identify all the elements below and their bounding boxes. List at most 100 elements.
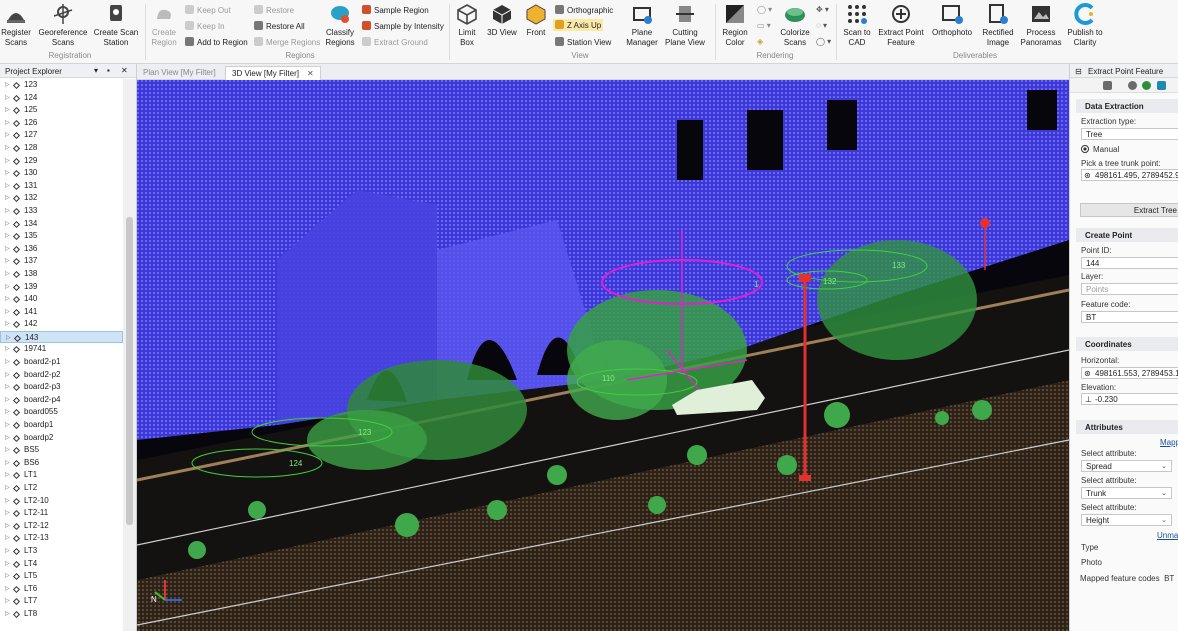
colorize-scans-button[interactable]: Colorize Scans	[778, 2, 812, 48]
expand-arrow-icon[interactable]: ▷	[5, 318, 10, 331]
render-option-6[interactable]: ◯ ▾	[816, 37, 831, 46]
layers-icon[interactable]	[1142, 81, 1151, 90]
expand-arrow-icon[interactable]: ▷	[5, 520, 10, 533]
georeference-scans-button[interactable]: Georeference Scans	[38, 2, 88, 48]
expand-arrow-icon[interactable]: ▷	[5, 432, 10, 445]
render-option-5[interactable]: ◌ ▾	[816, 21, 827, 30]
tree-item[interactable]: ▷ 132	[0, 192, 123, 205]
extraction-type-select[interactable]: Tree	[1081, 128, 1178, 140]
expand-arrow-icon[interactable]: ▷	[5, 532, 10, 545]
3d-viewport[interactable]: 133 132 1 110 123 124 N	[137, 80, 1069, 631]
tree-item[interactable]: ▷ LT5	[0, 570, 123, 583]
pick-point-icon[interactable]: ⊛	[1084, 369, 1091, 378]
tree-item[interactable]: ▷ 141	[0, 306, 123, 319]
expand-arrow-icon[interactable]: ▷	[5, 558, 10, 571]
tree-item[interactable]: ▷ board2-p2	[0, 369, 123, 382]
expand-arrow-icon[interactable]: ▷	[5, 92, 10, 105]
expand-arrow-icon[interactable]: ▷	[5, 155, 10, 168]
horizontal-field[interactable]: ⊛ 498161.553, 2789453.107	[1081, 367, 1178, 379]
expand-arrow-icon[interactable]: ▷	[5, 129, 10, 142]
3d-view-button[interactable]: 3D View	[487, 2, 517, 38]
render-option-3[interactable]: ◈	[757, 37, 763, 46]
dropdown-arrow-icon[interactable]: ▾	[94, 66, 98, 75]
tree-item[interactable]: ▷ board2-p4	[0, 394, 123, 407]
tree-item[interactable]: ▷ 134	[0, 218, 123, 231]
manual-radio[interactable]: Manual	[1081, 145, 1119, 154]
extract-tree-button[interactable]: Extract Tree	[1080, 203, 1178, 217]
station-view-button[interactable]: Station View	[555, 37, 611, 47]
mapped-link[interactable]: Mapp	[1160, 438, 1178, 447]
sample-by-intensity-button[interactable]: Sample by Intensity	[362, 21, 444, 31]
extract-ground-button[interactable]: Extract Ground	[362, 37, 428, 47]
expand-arrow-icon[interactable]: ▷	[5, 369, 10, 382]
tree-item[interactable]: ▷ LT6	[0, 583, 123, 596]
attributes-section[interactable]: Attributes	[1076, 420, 1178, 434]
tree-item[interactable]: ▷ BS5	[0, 444, 123, 457]
explorer-scrollbar[interactable]	[123, 79, 136, 631]
tree-item[interactable]: ▷ LT1	[0, 469, 123, 482]
merge-regions-button[interactable]: Merge Regions	[254, 37, 320, 47]
unmapped-link[interactable]: Unmap	[1157, 531, 1178, 540]
pick-point-icon[interactable]: ⊛	[1084, 171, 1091, 180]
attribute-select-3[interactable]: Height ⌄	[1081, 514, 1172, 526]
sample-region-button[interactable]: Sample Region	[362, 5, 429, 15]
orthophoto-button[interactable]: Orthophoto	[929, 2, 975, 38]
feature-code-field[interactable]: BT	[1081, 311, 1178, 323]
tree-item[interactable]: ▷ 131	[0, 180, 123, 193]
tree-item[interactable]: ▷ BS6	[0, 457, 123, 470]
expand-arrow-icon[interactable]: ▷	[5, 394, 10, 407]
expand-arrow-icon[interactable]: ▷	[5, 230, 10, 243]
keep-out-button[interactable]: Keep Out	[185, 5, 231, 15]
expand-arrow-icon[interactable]: ▷	[5, 117, 10, 130]
tree-item[interactable]: ▷ 137	[0, 255, 123, 268]
tree-item[interactable]: ▷ LT3	[0, 545, 123, 558]
point-label-1[interactable]: 1	[754, 280, 758, 289]
create-scan-station-button[interactable]: Create Scan Station	[93, 2, 139, 48]
save-icon[interactable]	[1103, 81, 1112, 90]
expand-arrow-icon[interactable]: ▷	[5, 192, 10, 205]
create-point-section[interactable]: Create Point	[1076, 228, 1178, 242]
tree-item[interactable]: ▷ 140	[0, 293, 123, 306]
tree-item[interactable]: ▷ LT2-12	[0, 520, 123, 533]
expand-arrow-icon[interactable]: ▷	[5, 293, 10, 306]
elevation-field[interactable]: ⊥ -0.230	[1081, 393, 1178, 405]
tree-item[interactable]: ▷ 123	[0, 79, 123, 92]
tree-item[interactable]: ▷ board2-p1	[0, 356, 123, 369]
expand-arrow-icon[interactable]: ▷	[5, 595, 10, 608]
expand-arrow-icon[interactable]: ▷	[5, 218, 10, 231]
panel-menu-icon[interactable]: ⊟	[1075, 67, 1082, 76]
render-option-2[interactable]: ▭ ▾	[757, 21, 771, 30]
process-panoramas-button[interactable]: Process Panoramas	[1020, 2, 1062, 48]
tree-item[interactable]: ▷ 128	[0, 142, 123, 155]
tab-plan-view[interactable]: Plan View [My Filter]✕	[137, 66, 236, 80]
point-label-124[interactable]: 124	[289, 459, 302, 468]
orthographic-button[interactable]: Orthographic	[555, 5, 613, 15]
tree-item[interactable]: ▷ 138	[0, 268, 123, 281]
expand-arrow-icon[interactable]: ▷	[5, 243, 10, 256]
attribute-select-2[interactable]: Trunk ⌄	[1081, 487, 1172, 499]
add-to-region-button[interactable]: Add to Region	[185, 37, 248, 47]
tab-3d-view[interactable]: 3D View [My Filter] ✕	[225, 66, 321, 80]
expand-arrow-icon[interactable]: ▷	[5, 268, 10, 281]
scan-to-cad-button[interactable]: Scan to CAD	[840, 2, 874, 48]
expand-arrow-icon[interactable]: ▷	[5, 583, 10, 596]
close-icon[interactable]: ✕	[121, 66, 128, 75]
expand-arrow-icon[interactable]: ▷	[5, 608, 10, 621]
expand-arrow-icon[interactable]: ▷	[5, 406, 10, 419]
expand-arrow-icon[interactable]: ▷	[5, 79, 10, 92]
point-id-field[interactable]: 144	[1081, 257, 1178, 269]
tree-item[interactable]: ▷ board055	[0, 406, 123, 419]
tree-item[interactable]: ▷ LT2-10	[0, 495, 123, 508]
rectified-image-button[interactable]: Rectified Image	[979, 2, 1017, 48]
tree-item[interactable]: ▷ boardp2	[0, 432, 123, 445]
attribute-select-1[interactable]: Spread ⌄	[1081, 460, 1172, 472]
expand-arrow-icon[interactable]: ▷	[5, 205, 10, 218]
tree-item[interactable]: ▷ LT4	[0, 558, 123, 571]
tree-item[interactable]: ▷ 139	[0, 281, 123, 294]
expand-arrow-icon[interactable]: ▷	[5, 457, 10, 470]
plane-manager-button[interactable]: Plane Manager	[624, 2, 660, 48]
publish-to-clarity-button[interactable]: Publish to Clarity	[1065, 2, 1105, 48]
tree-item[interactable]: ▷ 142	[0, 318, 123, 331]
render-option-4[interactable]: ✥ ▾	[816, 5, 829, 14]
expand-arrow-icon[interactable]: ▷	[5, 180, 10, 193]
